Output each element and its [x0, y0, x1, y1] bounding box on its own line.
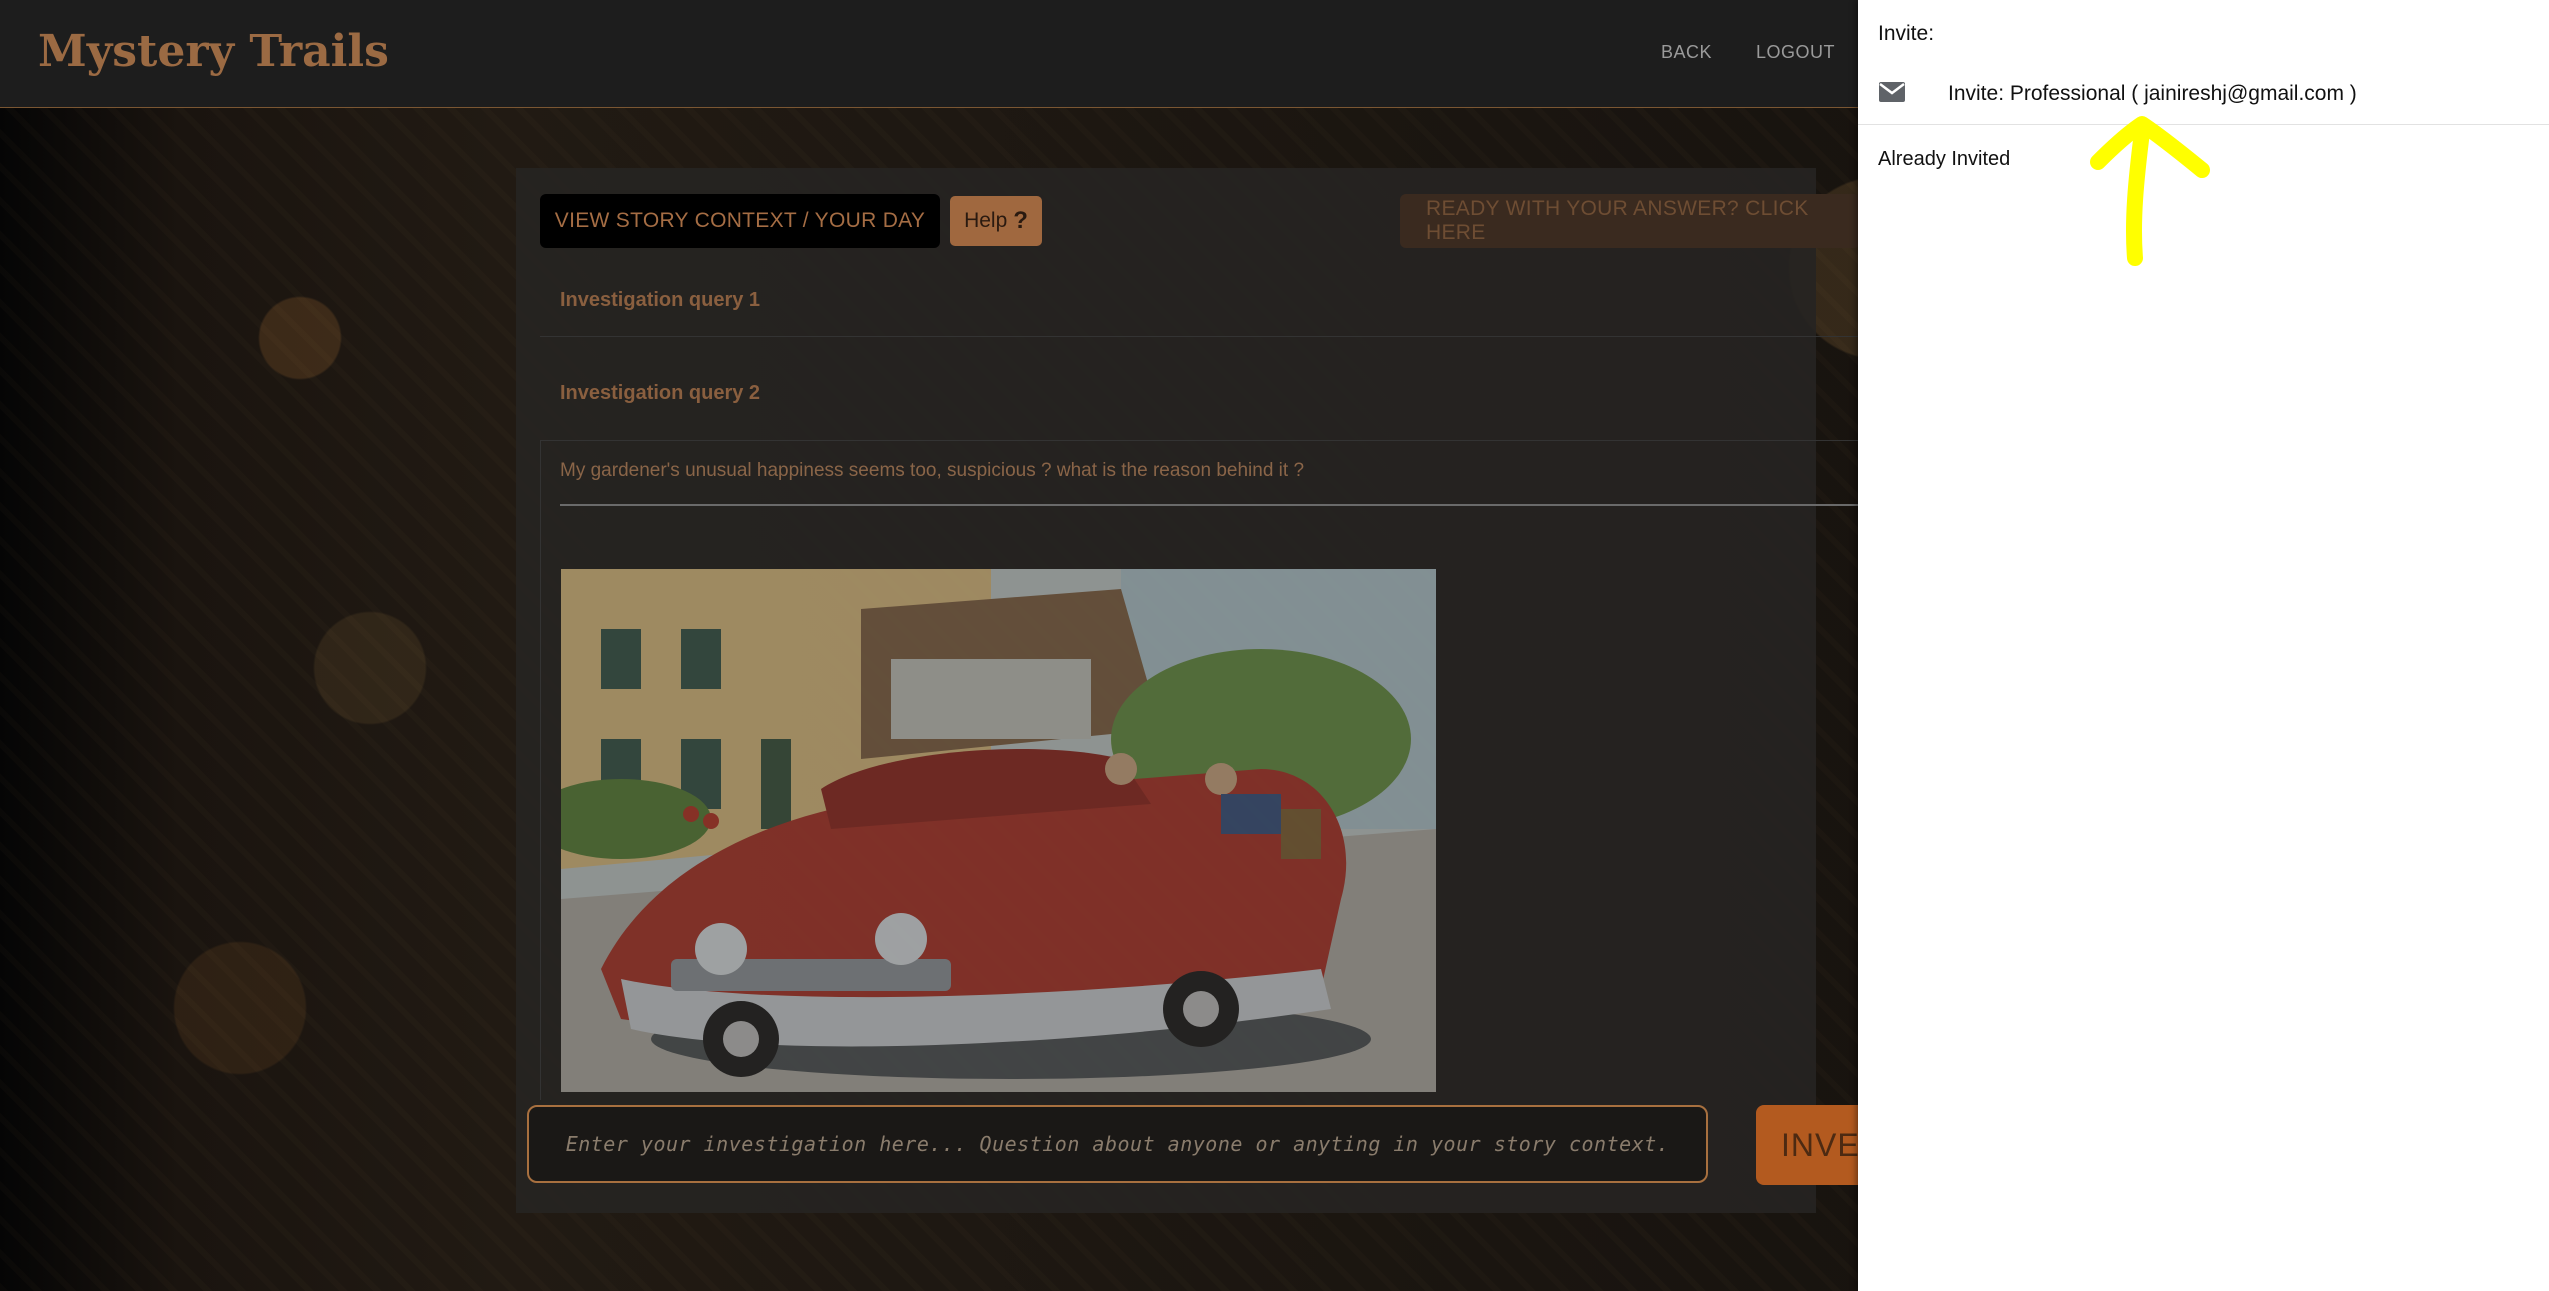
help-button[interactable]: Help ? [950, 196, 1042, 246]
question-mark-icon: ? [1013, 207, 1028, 234]
invite-status: Already Invited [1878, 148, 2011, 170]
logout-link[interactable]: LOGOUT [1756, 42, 1835, 63]
query-answer-text: My gardener's unusual happiness seems to… [560, 460, 1305, 481]
back-link[interactable]: BACK [1661, 42, 1712, 63]
mail-icon [1879, 82, 1905, 102]
annotation-arrow-icon [2090, 116, 2210, 266]
invite-option-label: Invite: Professional ( jainireshj@gmail.… [1948, 82, 2357, 105]
investigation-input[interactable] [527, 1105, 1708, 1183]
drawer-title: Invite: [1878, 22, 1935, 45]
ready-answer-button[interactable]: READY WITH YOUR ANSWER? CLICK HERE [1400, 194, 1860, 248]
answer-underline [560, 504, 1860, 506]
view-story-context-button[interactable]: VIEW STORY CONTEXT / YOUR DAY [540, 194, 940, 248]
query-title-1[interactable]: Investigation query 1 [560, 289, 760, 312]
query-title-2[interactable]: Investigation query 2 [560, 382, 760, 405]
query-divider [540, 336, 1860, 337]
story-illustration [561, 569, 1436, 1092]
brand-logo[interactable]: Mystery Trails [38, 26, 389, 77]
help-label: Help [964, 209, 1008, 232]
